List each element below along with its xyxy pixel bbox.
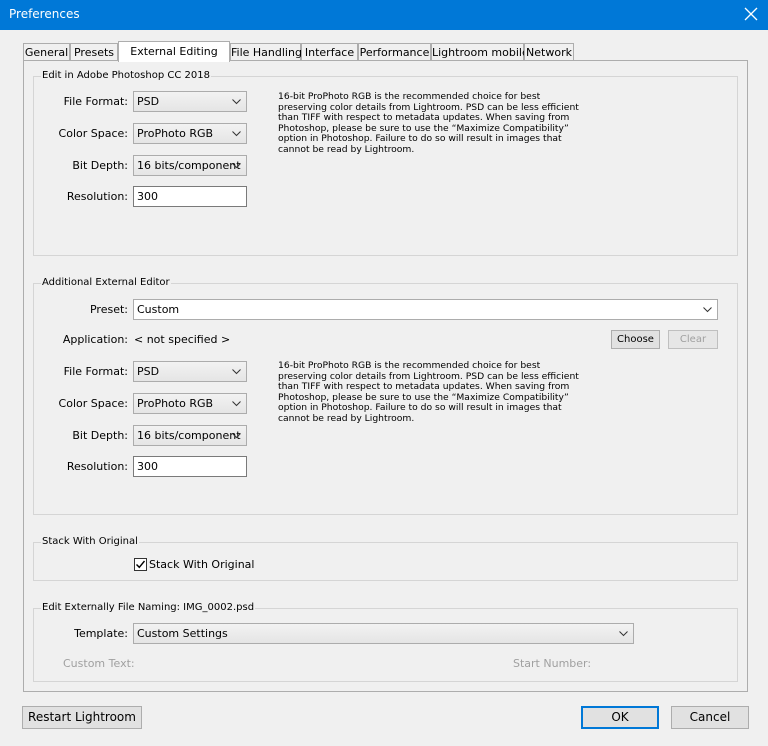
preset-select[interactable]: Custom [133,299,718,320]
template-value: Custom Settings [137,627,228,640]
start-number-label: Start Number: [513,657,592,670]
choose-button[interactable]: Choose [611,330,660,349]
stack-with-original-checkbox[interactable] [134,558,147,571]
photoshop-group: Edit in Adobe Photoshop CC 2018 File For… [33,70,738,256]
resolution-input[interactable]: 300 [133,186,247,207]
color-space-label: Color Space: [58,397,128,410]
ok-button[interactable]: OK [581,706,659,729]
file-format-select[interactable]: PSD [133,91,247,112]
resolution-input[interactable]: 300 [133,456,247,477]
chevron-down-icon [232,131,241,137]
template-label: Template: [74,627,128,640]
chevron-down-icon [232,369,241,375]
close-icon[interactable] [742,4,760,24]
color-space-value: ProPhoto RGB [137,397,214,410]
color-space-label: Color Space: [58,127,128,140]
bit-depth-value: 16 bits/component [137,429,241,442]
bit-depth-select[interactable]: 16 bits/component [133,425,247,446]
color-space-select[interactable]: ProPhoto RGB [133,393,247,414]
preset-label: Preset: [89,303,128,316]
bit-depth-label: Bit Depth: [72,159,128,172]
external-editing-panel: Edit in Adobe Photoshop CC 2018 File For… [23,60,748,692]
chevron-down-icon [703,307,712,313]
color-space-value: ProPhoto RGB [137,127,214,140]
additional-editor-legend: Additional External Editor [41,277,171,288]
resolution-label: Resolution: [66,460,128,473]
stack-group: Stack With Original Stack With Original [33,536,738,581]
bit-depth-select[interactable]: 16 bits/component [133,155,247,176]
stack-with-original-label[interactable]: Stack With Original [149,558,254,571]
file-format-select[interactable]: PSD [133,361,247,382]
file-format-label: File Format: [63,365,128,378]
window-title: Preferences [9,7,80,21]
title-bar: Preferences [0,0,768,30]
format-recommendation-note: 16-bit ProPhoto RGB is the recommended c… [278,360,579,424]
chevron-down-icon [232,163,241,169]
application-label: Application: [62,333,128,346]
bit-depth-value: 16 bits/component [137,159,241,172]
preset-value: Custom [137,303,180,316]
clear-button[interactable]: Clear [668,330,718,349]
file-format-value: PSD [137,95,160,108]
file-format-value: PSD [137,365,160,378]
photoshop-group-legend: Edit in Adobe Photoshop CC 2018 [41,70,211,81]
chevron-down-icon [232,401,241,407]
file-naming-group: Edit Externally File Naming: IMG_0002.ps… [33,602,738,682]
application-value: < not specified > [134,333,231,346]
file-naming-legend: Edit Externally File Naming: IMG_0002.ps… [41,602,256,613]
restart-lightroom-button[interactable]: Restart Lightroom [22,706,142,729]
color-space-select[interactable]: ProPhoto RGB [133,123,247,144]
stack-group-legend: Stack With Original [41,536,139,547]
resolution-label: Resolution: [66,190,128,203]
format-recommendation-note: 16-bit ProPhoto RGB is the recommended c… [278,91,579,155]
chevron-down-icon [619,631,628,637]
template-select[interactable]: Custom Settings [133,623,634,644]
file-format-label: File Format: [63,95,128,108]
chevron-down-icon [232,433,241,439]
chevron-down-icon [232,99,241,105]
additional-editor-group: Additional External Editor Preset: Custo… [33,277,738,515]
cancel-button[interactable]: Cancel [671,706,749,729]
tab-external-editing[interactable]: External Editing [118,41,230,62]
checkmark-icon [136,560,146,569]
bit-depth-label: Bit Depth: [72,429,128,442]
custom-text-label: Custom Text: [63,657,135,670]
